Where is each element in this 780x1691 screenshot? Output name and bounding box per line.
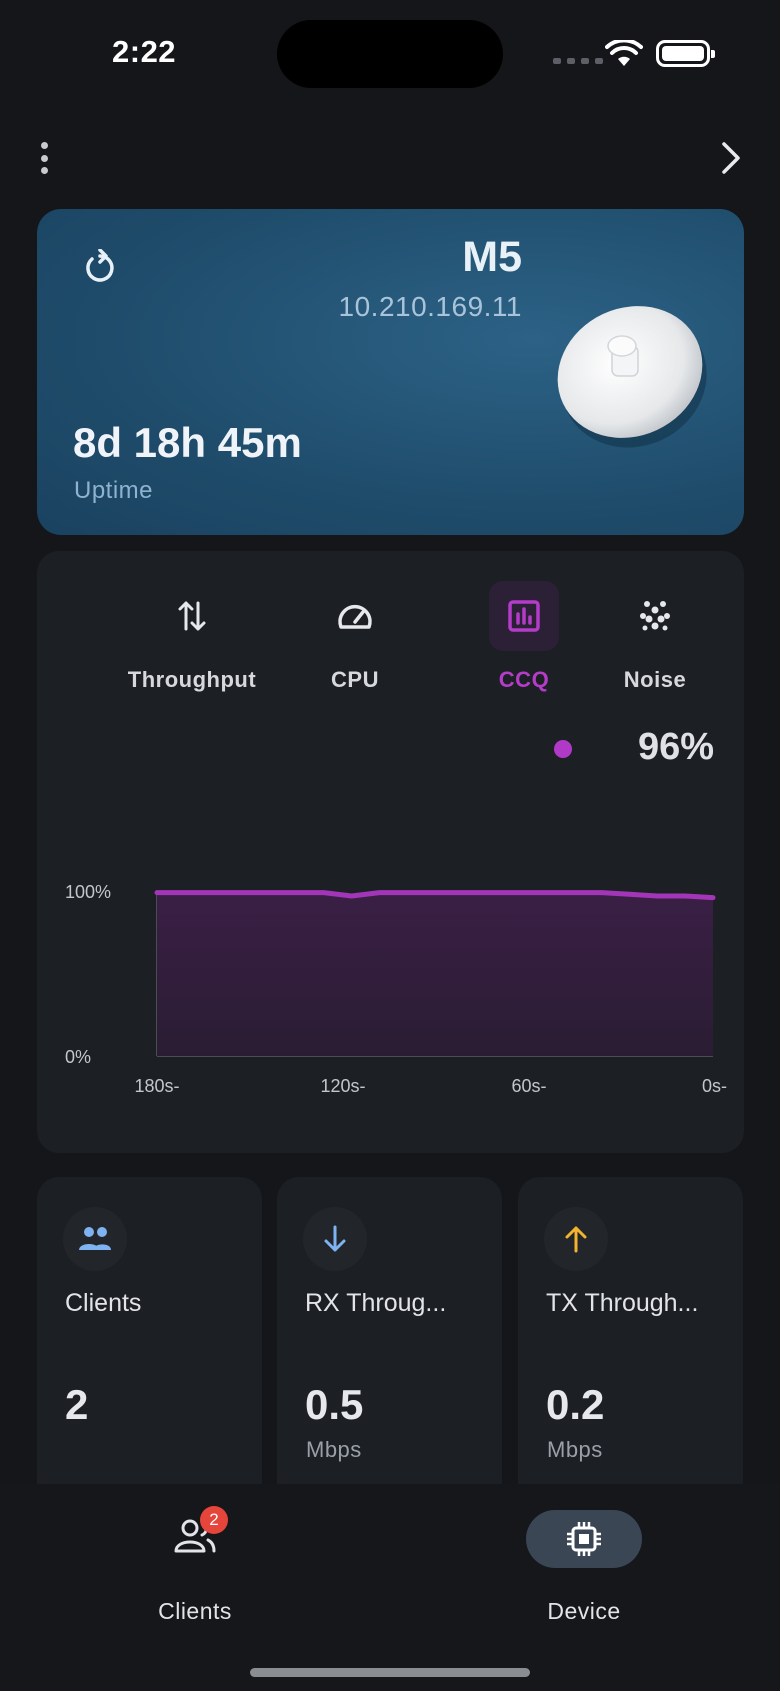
metrics-chart-card: Throughput CPU CCQ Noise 96% 100% 0% 180… xyxy=(37,551,744,1153)
chevron-right-icon[interactable] xyxy=(716,140,744,176)
stat-title: TX Through... xyxy=(546,1289,699,1317)
battery-icon xyxy=(656,40,715,67)
antenna-dish-image xyxy=(557,306,707,448)
wifi-icon xyxy=(605,40,643,66)
device-name: M5 xyxy=(462,233,522,281)
chip-icon xyxy=(567,1522,601,1556)
x-tick-label: 180s- xyxy=(134,1076,179,1096)
more-options-button[interactable] xyxy=(34,138,54,178)
arrow-up-icon xyxy=(565,1226,587,1253)
active-indicator xyxy=(526,1510,642,1568)
stat-unit: Mbps xyxy=(306,1437,362,1462)
nav-label: Clients xyxy=(158,1598,232,1624)
uptime-label: Uptime xyxy=(74,477,154,504)
x-tick-label: 60s- xyxy=(511,1076,546,1096)
x-tick-label: 0s- xyxy=(702,1076,727,1096)
bottom-navigation: Clients 2 Device xyxy=(0,1484,780,1691)
stat-value: 0.5 xyxy=(305,1381,364,1428)
nav-label: Device xyxy=(547,1598,621,1624)
nav-device[interactable]: Device xyxy=(498,1504,670,1624)
nav-clients[interactable]: Clients xyxy=(125,1504,265,1624)
device-ip: 10.210.169.11 xyxy=(338,291,522,322)
arrow-down-icon xyxy=(324,1225,346,1252)
dynamic-island xyxy=(277,20,503,88)
home-indicator xyxy=(250,1668,530,1677)
stat-card-rx-throughput[interactable]: RX Throug... 0.5 Mbps xyxy=(277,1177,502,1487)
stat-title: RX Throug... xyxy=(305,1289,447,1317)
refresh-icon[interactable] xyxy=(81,249,119,287)
series-area xyxy=(157,892,713,1056)
y-tick-label: 0% xyxy=(65,1047,91,1067)
uptime-value: 8d 18h 45m xyxy=(73,419,302,466)
cellular-signal-icon xyxy=(553,58,603,64)
stat-card-clients[interactable]: Clients 2 xyxy=(37,1177,262,1487)
ccq-chart: 100% 0% 180s- 120s- 60s- 0s- xyxy=(65,882,727,1096)
people-icon xyxy=(79,1227,111,1250)
y-tick-label: 100% xyxy=(65,882,111,902)
status-time: 2:22 xyxy=(112,34,177,69)
stat-value: 2 xyxy=(65,1381,89,1428)
stat-title: Clients xyxy=(65,1289,142,1317)
stat-value: 0.2 xyxy=(546,1381,605,1428)
device-summary-card: M5 10.210.169.11 8d 18h 45m Uptime xyxy=(37,209,744,535)
clients-count-badge: 2 xyxy=(200,1506,228,1534)
stat-card-tx-throughput[interactable]: TX Through... 0.2 Mbps xyxy=(518,1177,743,1487)
screen: 2:22 M5 10.210.169.11 8d 18h 45m Uptime xyxy=(0,0,780,1691)
x-tick-label: 120s- xyxy=(320,1076,365,1096)
stat-unit: Mbps xyxy=(547,1437,603,1462)
